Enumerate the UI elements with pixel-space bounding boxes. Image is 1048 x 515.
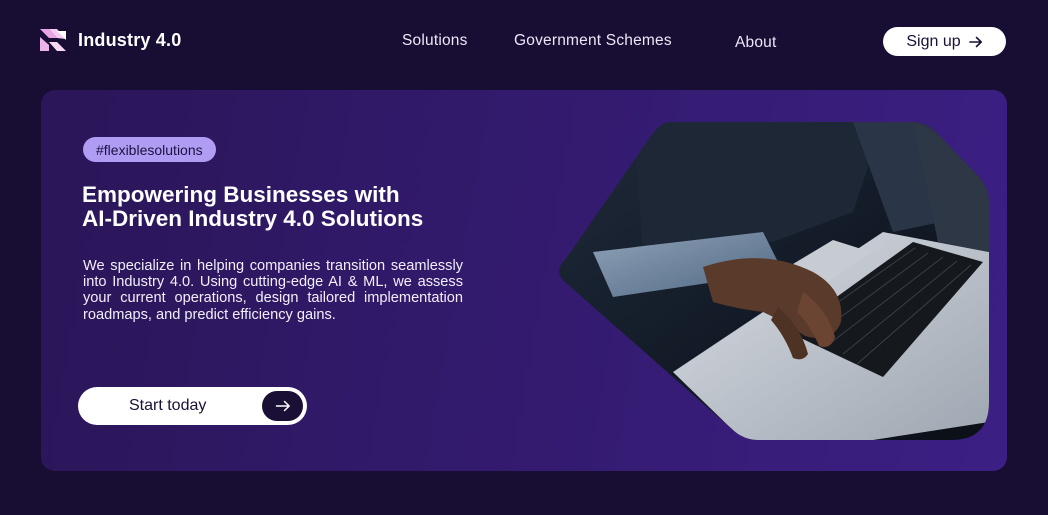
hero-card: #flexiblesolutions Empowering Businesses… <box>41 90 1007 471</box>
start-today-label: Start today <box>129 397 207 414</box>
nav-about-link[interactable]: About <box>735 34 777 52</box>
site-header: Industry 4.0 Solutions Government Scheme… <box>0 0 1048 82</box>
cta-arrow-circle <box>262 391 303 421</box>
nav-government-schemes-link[interactable]: Government Schemes <box>514 32 672 50</box>
headline-line-2: AI-Driven Industry 4.0 Solutions <box>82 206 424 231</box>
brand-name: Industry 4.0 <box>78 29 182 50</box>
sign-up-button[interactable]: Sign up <box>883 27 1006 56</box>
start-today-button[interactable]: Start today <box>78 387 307 425</box>
hero-headline: Empowering Businesses with AI-Driven Ind… <box>82 183 502 231</box>
headline-line-1: Empowering Businesses with <box>82 182 400 207</box>
arrow-right-icon <box>968 36 982 47</box>
laptop-typing-photo <box>559 122 989 440</box>
hero-description: We specialize in helping companies trans… <box>83 258 463 323</box>
hashtag-badge: #flexiblesolutions <box>83 137 216 162</box>
brand-logo[interactable]: Industry 4.0 <box>40 29 181 51</box>
nav-solutions-link[interactable]: Solutions <box>402 32 468 50</box>
sign-up-label: Sign up <box>906 32 961 50</box>
arrow-right-icon <box>275 400 290 412</box>
logo-mark-icon <box>40 29 66 51</box>
